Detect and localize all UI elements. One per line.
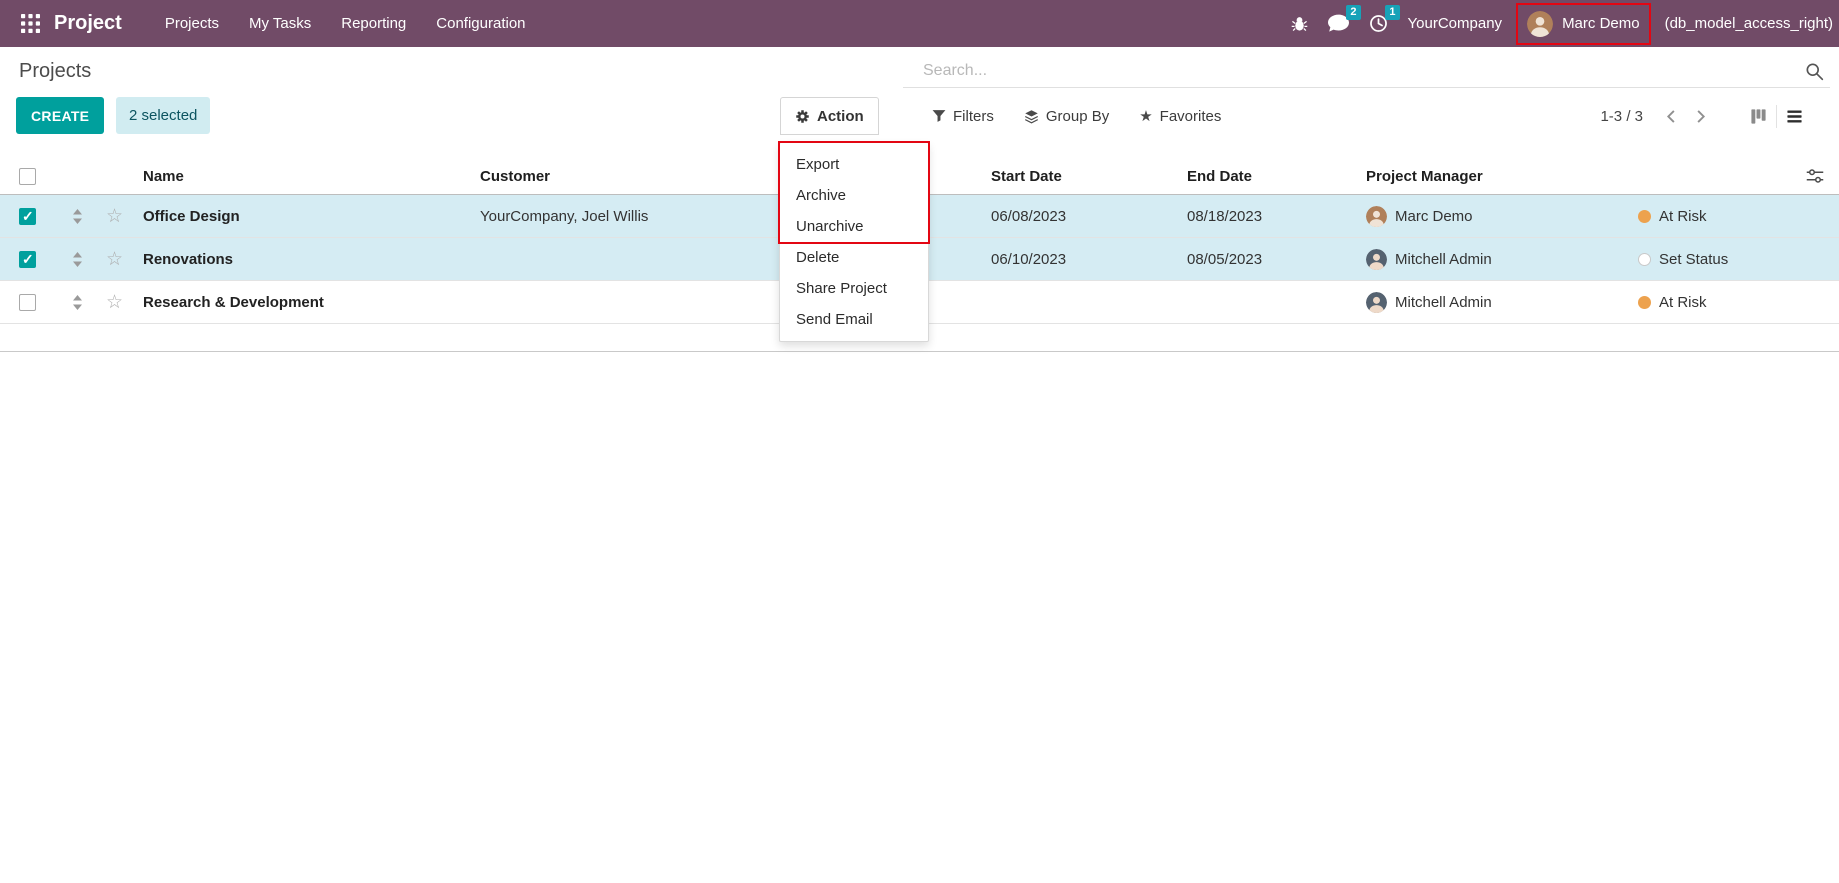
menu-configuration[interactable]: Configuration: [421, 0, 540, 47]
user-name: Marc Demo: [1562, 15, 1640, 32]
favorites-label: Favorites: [1160, 108, 1222, 125]
action-dropdown-button[interactable]: Action: [780, 97, 879, 135]
manager-name: Marc Demo: [1395, 208, 1473, 225]
messages-count-badge: 2: [1346, 5, 1360, 20]
search-input[interactable]: [903, 62, 1804, 80]
select-all-checkbox[interactable]: [19, 168, 36, 185]
status-label: At Risk: [1659, 294, 1707, 311]
search-options: Filters Group By ★ Favorites: [932, 97, 1221, 135]
row-checkbox[interactable]: [19, 251, 36, 268]
activities-count-badge: 1: [1385, 5, 1399, 20]
manager-name: Mitchell Admin: [1395, 294, 1492, 311]
menu-item-export[interactable]: Export: [780, 149, 928, 180]
kanban-view-button[interactable]: [1741, 105, 1776, 128]
column-header-start-date[interactable]: Start Date: [985, 168, 1181, 185]
manager-avatar: [1366, 292, 1387, 313]
star-icon: ★: [1139, 107, 1152, 125]
cell-status[interactable]: Set Status: [1638, 251, 1790, 268]
action-dropdown-menu: Export Archive Unarchive Delete Share Pr…: [779, 142, 929, 342]
cell-project-manager[interactable]: Mitchell Admin: [1360, 292, 1638, 313]
action-label: Action: [817, 108, 864, 125]
cell-end-date[interactable]: 08/05/2023: [1181, 251, 1360, 268]
cell-status[interactable]: At Risk: [1638, 294, 1790, 311]
systray: 2 1 YourCompany Marc Demo (db_model_acce…: [1291, 9, 1839, 39]
column-header-project-manager[interactable]: Project Manager: [1360, 168, 1638, 185]
status-dot: [1638, 253, 1651, 266]
main-menu: Projects My Tasks Reporting Configuratio…: [150, 0, 541, 47]
favorite-star-icon[interactable]: ☆: [92, 291, 137, 314]
manager-avatar: [1366, 249, 1387, 270]
drag-handle-icon[interactable]: [62, 295, 92, 310]
status-label: Set Status: [1659, 251, 1728, 268]
cell-start-date[interactable]: 06/10/2023: [985, 251, 1181, 268]
breadcrumb-search-bar: Projects: [0, 47, 1839, 97]
layers-icon: [1024, 109, 1039, 124]
row-checkbox[interactable]: [19, 208, 36, 225]
selection-count-badge[interactable]: 2 selected: [116, 97, 210, 134]
column-header-end-date[interactable]: End Date: [1181, 168, 1360, 185]
app-name[interactable]: Project: [54, 12, 122, 35]
company-switcher[interactable]: YourCompany: [1408, 15, 1503, 32]
menu-item-share-project[interactable]: Share Project: [780, 273, 928, 304]
row-checkbox[interactable]: [19, 294, 36, 311]
row-select-cell: [0, 294, 62, 311]
status-label: At Risk: [1659, 208, 1707, 225]
cell-start-date[interactable]: 06/08/2023: [985, 208, 1181, 225]
group-by-label: Group By: [1046, 108, 1109, 125]
cell-project-name[interactable]: Renovations: [137, 251, 474, 268]
menu-reporting[interactable]: Reporting: [326, 0, 421, 47]
menu-item-unarchive[interactable]: Unarchive: [780, 211, 928, 242]
gear-icon: [795, 109, 810, 124]
cell-status[interactable]: At Risk: [1638, 208, 1790, 225]
optional-columns-icon[interactable]: [1790, 168, 1839, 184]
funnel-icon: [932, 109, 946, 123]
manager-name: Mitchell Admin: [1395, 251, 1492, 268]
menu-item-delete[interactable]: Delete: [780, 242, 928, 273]
debug-bug-icon[interactable]: [1291, 15, 1308, 32]
user-menu[interactable]: Marc Demo: [1522, 9, 1645, 39]
favorite-star-icon[interactable]: ☆: [92, 248, 137, 271]
list-view-button[interactable]: [1776, 105, 1812, 128]
group-by-button[interactable]: Group By: [1024, 108, 1109, 125]
drag-handle-icon[interactable]: [62, 209, 92, 224]
cell-end-date[interactable]: 08/18/2023: [1181, 208, 1360, 225]
database-name: (db_model_access_right): [1665, 15, 1833, 32]
search-icon[interactable]: [1804, 61, 1824, 81]
status-dot: [1638, 210, 1651, 223]
search-bar: [903, 55, 1830, 88]
drag-handle-icon[interactable]: [62, 252, 92, 267]
filters-button[interactable]: Filters: [932, 108, 994, 125]
cell-project-name[interactable]: Office Design: [137, 208, 474, 225]
top-navbar: Project Projects My Tasks Reporting Conf…: [0, 0, 1839, 47]
pager: 1-3 / 3: [1600, 97, 1812, 135]
user-avatar: [1527, 11, 1553, 37]
view-switcher: [1741, 105, 1812, 128]
menu-my-tasks[interactable]: My Tasks: [234, 0, 326, 47]
apps-grid-icon[interactable]: [14, 0, 46, 47]
cell-project-manager[interactable]: Mitchell Admin: [1360, 249, 1638, 270]
filters-label: Filters: [953, 108, 994, 125]
pager-next-button[interactable]: [1686, 107, 1715, 126]
pager-value[interactable]: 1-3 / 3: [1600, 108, 1643, 125]
favorites-button[interactable]: ★ Favorites: [1139, 107, 1221, 125]
row-select-cell: [0, 251, 62, 268]
row-select-cell: [0, 208, 62, 225]
pager-previous-button[interactable]: [1657, 107, 1686, 126]
menu-projects[interactable]: Projects: [150, 0, 234, 47]
create-button[interactable]: CREATE: [16, 97, 104, 134]
column-header-name[interactable]: Name: [137, 168, 474, 185]
control-panel: CREATE 2 selected Action Filters Group B…: [0, 97, 1839, 137]
manager-avatar: [1366, 206, 1387, 227]
cell-project-name[interactable]: Research & Development: [137, 294, 474, 311]
menu-item-send-email[interactable]: Send Email: [780, 304, 928, 335]
menu-item-archive[interactable]: Archive: [780, 180, 928, 211]
status-dot: [1638, 296, 1651, 309]
activities-clock-icon[interactable]: 1: [1369, 14, 1388, 33]
messages-icon[interactable]: 2: [1328, 14, 1349, 33]
favorite-star-icon[interactable]: ☆: [92, 205, 137, 228]
header-select-cell: [0, 168, 62, 185]
cell-project-manager[interactable]: Marc Demo: [1360, 206, 1638, 227]
